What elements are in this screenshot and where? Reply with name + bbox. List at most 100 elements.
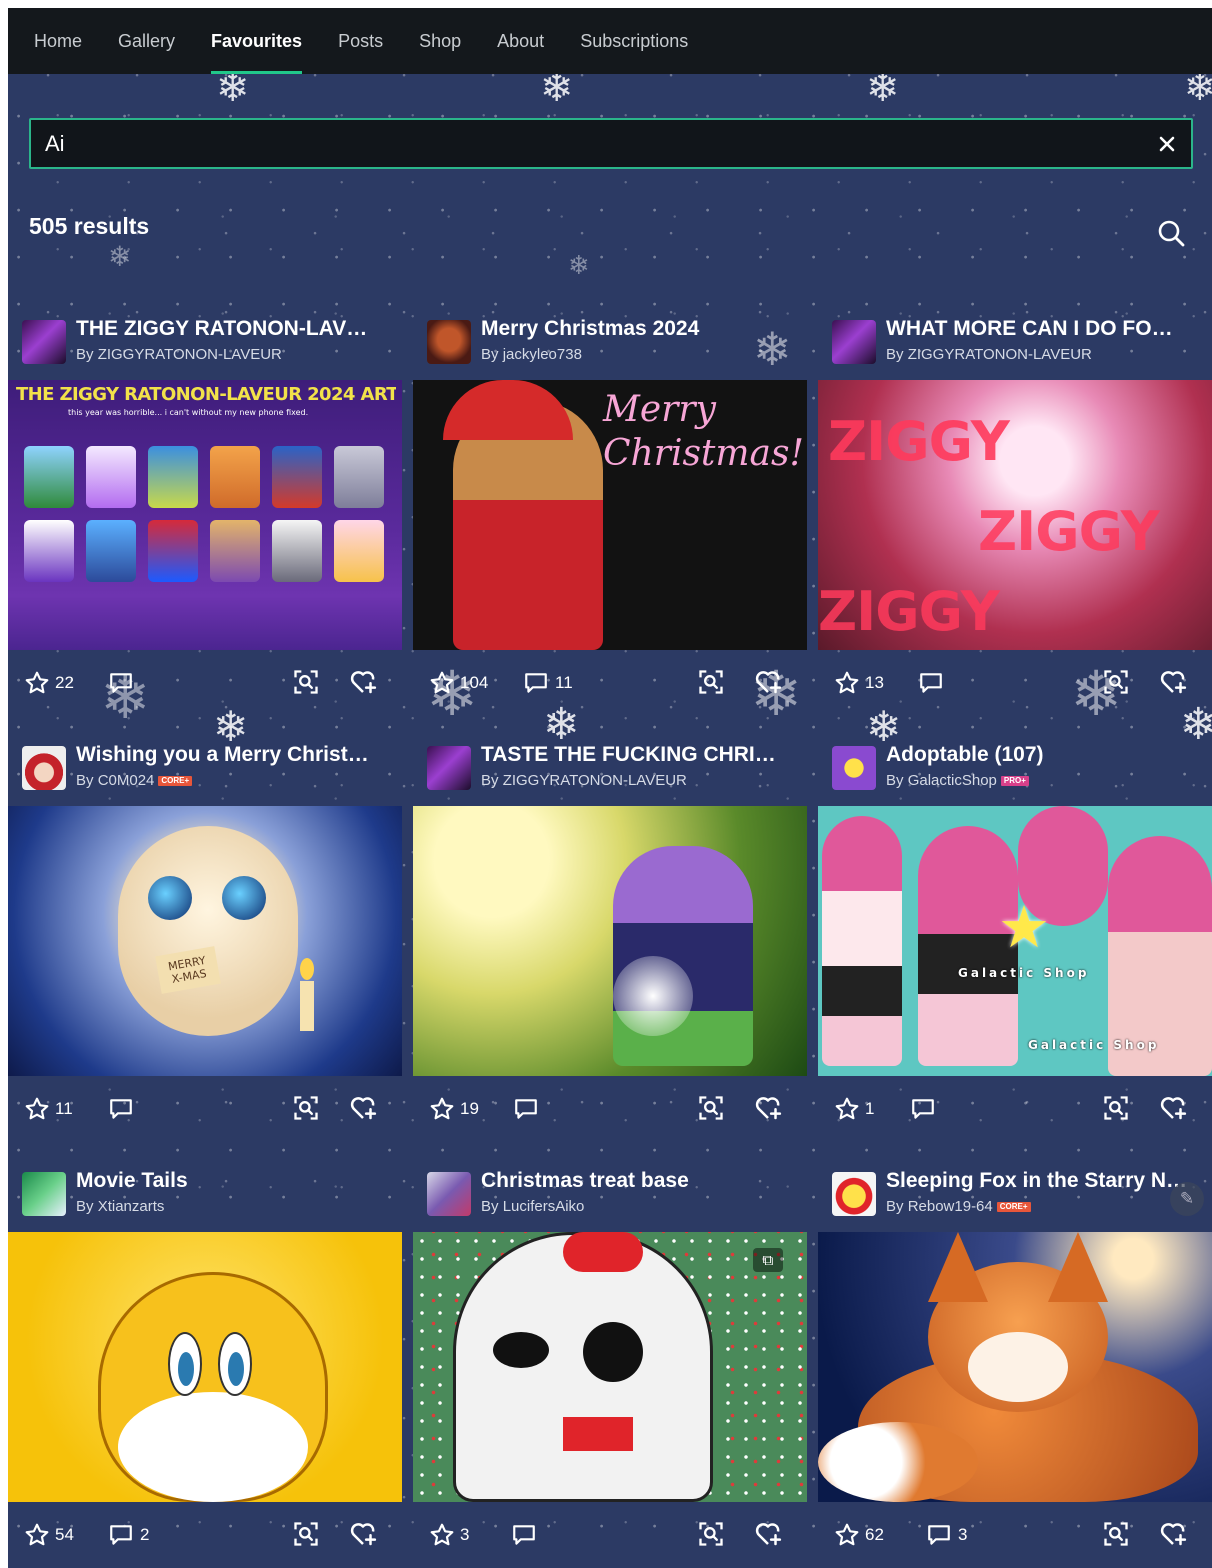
favourite-button[interactable]: 54 [24, 1522, 74, 1548]
comment-button[interactable]: 3 [926, 1522, 967, 1548]
comment-button[interactable] [511, 1522, 543, 1548]
favourite-button[interactable]: 62 [834, 1522, 884, 1548]
nav-gallery[interactable]: Gallery [118, 8, 175, 74]
avatar[interactable] [22, 746, 66, 790]
card-actions: 62 3 [818, 1502, 1212, 1562]
add-to-collection-button[interactable] [1158, 1093, 1188, 1123]
author-prefix: By [76, 1198, 94, 1215]
author-prefix: By [481, 346, 499, 363]
card-title[interactable]: Wishing you a Merry Christ… [76, 743, 394, 767]
card-thumbnail[interactable]: ZIGGY ZIGGY ZIGGY [818, 380, 1212, 650]
nav-about[interactable]: About [497, 8, 544, 74]
nav-home[interactable]: Home [34, 8, 82, 74]
card-thumbnail[interactable]: MERRY X-MAS [8, 806, 402, 1076]
card-title[interactable]: Adoptable (107) [886, 743, 1204, 767]
card-title[interactable]: THE ZIGGY RATONON-LAV… [76, 317, 394, 341]
search-button[interactable] [1156, 218, 1188, 250]
author-prefix: By [76, 346, 94, 363]
card-thumbnail[interactable] [413, 806, 807, 1076]
avatar[interactable] [427, 746, 471, 790]
search-input[interactable] [31, 120, 1143, 167]
comment-button[interactable] [918, 670, 950, 696]
avatar[interactable] [832, 746, 876, 790]
card-author-line: By jackyleo738 [481, 346, 582, 363]
heart-plus-icon [1160, 671, 1187, 694]
add-to-collection-button[interactable] [1158, 1519, 1188, 1549]
snowflake-decoration: ❄ [540, 65, 574, 111]
comment-button[interactable] [108, 1096, 140, 1122]
card-author[interactable]: jackyleo738 [503, 346, 582, 363]
star-icon [25, 1097, 49, 1120]
card-author[interactable]: ZIGGYRATONON-LAVEUR [908, 346, 1092, 363]
favourite-count: 13 [865, 673, 884, 692]
card-title[interactable]: TASTE THE FUCKING CHRI… [481, 743, 799, 767]
avatar[interactable] [832, 1172, 876, 1216]
card-title[interactable]: Sleeping Fox in the Starry N… [886, 1169, 1204, 1193]
edit-icon[interactable]: ✎ [1170, 1182, 1204, 1216]
avatar[interactable] [427, 1172, 471, 1216]
card-author[interactable]: GalacticShop [908, 772, 997, 789]
card-actions: 19 [413, 1076, 807, 1136]
view-similar-button[interactable] [1102, 1520, 1130, 1548]
comment-button[interactable] [108, 670, 140, 696]
avatar[interactable] [22, 1172, 66, 1216]
add-to-collection-button[interactable] [1158, 667, 1188, 697]
favourite-button[interactable]: 104 [429, 670, 488, 696]
avatar[interactable] [22, 320, 66, 364]
card-thumbnail[interactable] [818, 1232, 1212, 1502]
add-to-collection-button[interactable] [348, 1093, 378, 1123]
card-title[interactable]: Christmas treat base [481, 1169, 799, 1193]
card-title[interactable]: WHAT MORE CAN I DO FO… [886, 317, 1204, 341]
view-similar-button[interactable] [697, 1520, 725, 1548]
card-title[interactable]: Merry Christmas 2024 [481, 317, 799, 341]
favourite-button[interactable]: 13 [834, 670, 884, 696]
view-similar-button[interactable] [292, 668, 320, 696]
add-to-collection-button[interactable] [348, 667, 378, 697]
thumbnail-hat [443, 380, 573, 440]
clear-search-button[interactable] [1143, 120, 1191, 168]
thumbnail-eye [148, 876, 192, 920]
card-author[interactable]: ZIGGYRATONON-LAVEUR [98, 346, 282, 363]
comment-button[interactable] [513, 1096, 545, 1122]
add-to-collection-button[interactable] [753, 1519, 783, 1549]
comment-button[interactable] [910, 1096, 942, 1122]
view-similar-button[interactable] [292, 1520, 320, 1548]
view-similar-button[interactable] [292, 1094, 320, 1122]
favourite-button[interactable]: 22 [24, 670, 74, 696]
membership-badge: CORE+ [996, 1202, 1031, 1212]
scan-search-icon [1104, 1096, 1128, 1120]
card-thumbnail[interactable]: THE ZIGGY RATONON-LAVEUR 2024 ART SUMMAR… [8, 380, 402, 650]
add-to-collection-button[interactable] [753, 1093, 783, 1123]
heart-plus-icon [755, 671, 782, 694]
heart-plus-icon [1160, 1097, 1187, 1120]
card-author[interactable]: Rebow19-64 [908, 1198, 993, 1215]
comment-button[interactable]: 11 [523, 670, 573, 696]
card-title[interactable]: Movie Tails [76, 1169, 394, 1193]
card-author[interactable]: ZIGGYRATONON-LAVEUR [503, 772, 687, 789]
nav-subscriptions[interactable]: Subscriptions [580, 8, 688, 74]
add-to-collection-button[interactable] [348, 1519, 378, 1549]
nav-shop[interactable]: Shop [419, 8, 461, 74]
favourite-button[interactable]: 11 [24, 1096, 73, 1122]
card-author[interactable]: C0M024 [98, 772, 155, 789]
card-thumbnail[interactable] [8, 1232, 402, 1502]
favourite-count: 3 [460, 1525, 470, 1544]
favourite-button[interactable]: 19 [429, 1096, 479, 1122]
avatar[interactable] [427, 320, 471, 364]
favourite-button[interactable]: 3 [429, 1522, 469, 1548]
add-to-collection-button[interactable] [753, 667, 783, 697]
nav-posts[interactable]: Posts [338, 8, 383, 74]
card-author[interactable]: Xtianzarts [98, 1198, 165, 1215]
avatar[interactable] [832, 320, 876, 364]
view-similar-button[interactable] [1102, 1094, 1130, 1122]
card-thumbnail[interactable]: Merry Christmas! [413, 380, 807, 650]
card-author[interactable]: LucifersAiko [503, 1198, 585, 1215]
view-similar-button[interactable] [697, 1094, 725, 1122]
view-similar-button[interactable] [697, 668, 725, 696]
comment-button[interactable]: 2 [108, 1522, 149, 1548]
favourite-button[interactable]: 1 [834, 1096, 874, 1122]
card-thumbnail[interactable]: ⧉ [413, 1232, 807, 1502]
card-thumbnail[interactable]: Galactic Shop Galactic Shop ★ [818, 806, 1212, 1076]
view-similar-button[interactable] [1102, 668, 1130, 696]
nav-favourites[interactable]: Favourites [211, 8, 303, 74]
